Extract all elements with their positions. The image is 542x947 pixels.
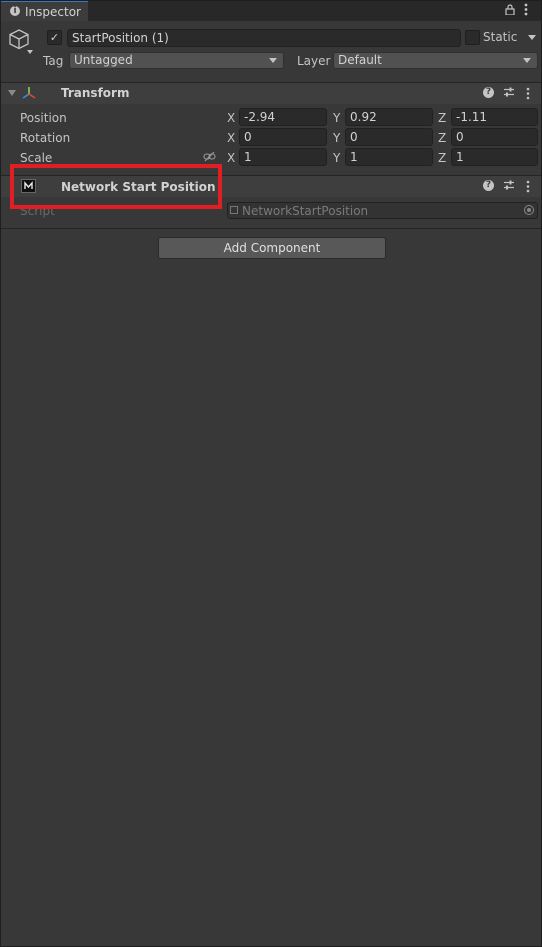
tag-dropdown[interactable]: Untagged — [69, 52, 284, 69]
axis-z-label: Z — [438, 151, 447, 165]
kebab-menu-icon[interactable] — [526, 87, 530, 103]
axis-x-label: X — [227, 151, 236, 165]
transform-icon — [22, 86, 36, 103]
foldout-arrow-icon[interactable] — [8, 90, 16, 96]
add-component-button[interactable]: Add Component — [158, 237, 386, 259]
static-label: Static — [483, 30, 518, 44]
layer-dropdown[interactable]: Default — [333, 52, 538, 69]
axis-y-label: Y — [333, 151, 341, 165]
scale-z-field[interactable]: 1 — [451, 148, 538, 166]
rotation-z-field[interactable]: 0 — [451, 128, 538, 146]
gameobject-name-input[interactable]: StartPosition (1) — [67, 29, 461, 47]
script-field: NetworkStartPosition — [227, 202, 538, 219]
help-icon[interactable]: ? — [483, 87, 494, 98]
position-z-field[interactable]: -1.11 — [451, 108, 538, 126]
presets-icon[interactable] — [503, 86, 515, 101]
scale-y-field[interactable]: 1 — [345, 148, 433, 166]
divider — [0, 228, 542, 229]
transform-header[interactable]: Transform ? — [0, 83, 542, 104]
kebab-menu-icon[interactable] — [526, 180, 530, 196]
rotation-x-field[interactable]: 0 — [239, 128, 327, 146]
scale-label: Scale — [20, 151, 53, 165]
lock-icon[interactable] — [505, 4, 515, 17]
static-dropdown-arrow-icon[interactable] — [528, 35, 536, 40]
tag-label: Tag — [43, 54, 64, 68]
tab-inspector-label: Inspector — [25, 5, 81, 19]
chevron-down-icon — [269, 58, 277, 63]
script-icon — [230, 206, 238, 214]
transform-title: Transform — [61, 86, 130, 100]
axis-x-label: X — [227, 131, 236, 145]
scale-x-field[interactable]: 1 — [239, 148, 327, 166]
active-checkbox[interactable]: ✓ — [47, 30, 62, 45]
axis-z-label: Z — [438, 111, 447, 125]
rotation-label: Rotation — [20, 131, 71, 145]
axis-y-label: Y — [333, 131, 341, 145]
info-icon: i — [10, 6, 20, 16]
presets-icon[interactable] — [503, 179, 515, 194]
constrain-proportions-icon[interactable] — [203, 151, 216, 165]
layer-value: Default — [338, 53, 382, 67]
tab-inspector[interactable]: i Inspector — [0, 0, 88, 21]
chevron-down-icon — [523, 58, 531, 63]
script-value: NetworkStartPosition — [242, 204, 369, 218]
axis-z-label: Z — [438, 131, 447, 145]
position-x-field[interactable]: -2.94 — [239, 108, 327, 126]
help-icon[interactable]: ? — [483, 180, 494, 191]
axis-y-label: Y — [333, 111, 341, 125]
tag-value: Untagged — [74, 53, 133, 67]
gameobject-cube-icon[interactable] — [8, 28, 34, 58]
rotation-y-field[interactable]: 0 — [345, 128, 433, 146]
axis-x-label: X — [227, 111, 236, 125]
static-checkbox[interactable] — [465, 30, 480, 45]
position-label: Position — [20, 111, 67, 125]
position-y-field[interactable]: 0.92 — [345, 108, 433, 126]
layer-label: Layer — [297, 54, 331, 68]
kebab-menu-icon[interactable] — [524, 3, 528, 18]
object-picker-icon[interactable] — [524, 205, 534, 215]
highlight-box — [10, 164, 222, 209]
